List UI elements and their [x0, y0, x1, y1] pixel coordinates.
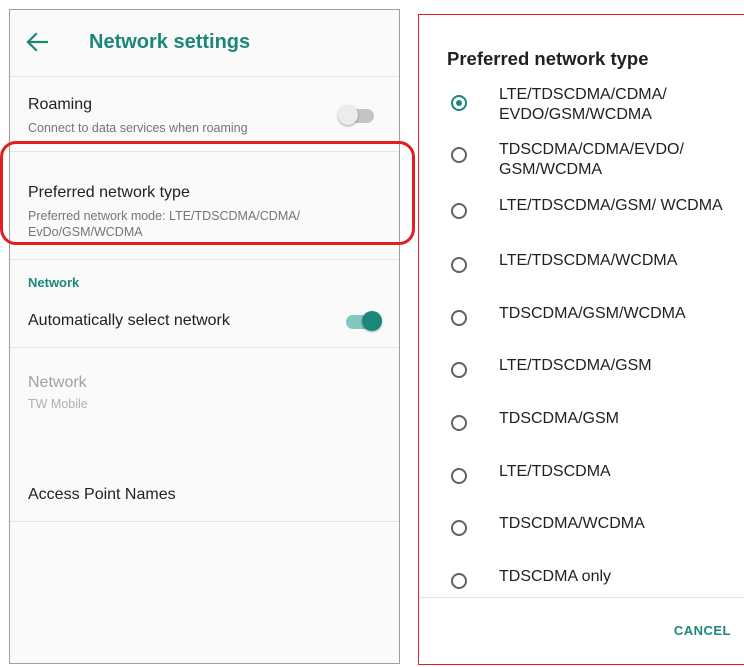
radio-unchecked-icon[interactable]	[451, 310, 467, 326]
radio-unchecked-icon[interactable]	[451, 415, 467, 431]
cancel-button[interactable]: CANCEL	[674, 623, 731, 638]
option-label: LTE/TDSCDMA/GSM/ WCDMA	[499, 197, 723, 214]
radio-unchecked-icon[interactable]	[451, 468, 467, 484]
back-arrow-icon[interactable]	[26, 32, 48, 52]
toggle-knob	[362, 311, 382, 331]
auto-select-network-setting[interactable]: Automatically select network	[10, 296, 399, 348]
network-section-header: Network	[28, 275, 80, 290]
radio-unchecked-icon[interactable]	[451, 520, 467, 536]
option-label: TDSCDMA/GSM	[499, 410, 619, 427]
option-label: TDSCDMA/GSM/WCDMA	[499, 305, 686, 322]
network-title: Network	[28, 374, 87, 391]
option-label: TDSCDMA/WCDMA	[499, 515, 645, 532]
apn-title: Access Point Names	[28, 486, 176, 503]
roaming-title: Roaming	[28, 96, 93, 113]
app-bar: Network settings	[10, 10, 399, 77]
roaming-subtitle: Connect to data services when roaming	[28, 121, 248, 135]
auto-select-title: Automatically select network	[28, 312, 230, 329]
option-label: LTE/TDSCDMA/WCDMA	[499, 252, 678, 269]
dialog-divider	[419, 597, 744, 598]
option-label: LTE/TDSCDMA/CDMA/ EVDO/GSM/WCDMA	[499, 86, 667, 123]
option-label: TDSCDMA only	[499, 568, 612, 585]
option-label: LTE/TDSCDMA	[499, 463, 611, 480]
page-title: Network settings	[89, 31, 251, 53]
radio-unchecked-icon[interactable]	[451, 573, 467, 589]
network-setting: Network TW Mobile	[10, 348, 399, 468]
radio-unchecked-icon[interactable]	[451, 147, 467, 163]
radio-checked-icon[interactable]	[451, 95, 467, 111]
radio-unchecked-icon[interactable]	[451, 203, 467, 219]
dialog-title: Preferred network type	[447, 48, 649, 69]
network-settings-screen: Network settings Roaming Connect to data…	[9, 9, 400, 664]
option-label: TDSCDMA/CDMA/EVDO/ GSM/WCDMA	[499, 141, 684, 178]
option-label: LTE/TDSCDMA/GSM	[499, 357, 652, 374]
highlight-box	[0, 141, 415, 245]
radio-unchecked-icon[interactable]	[451, 362, 467, 378]
toggle-knob	[338, 105, 358, 125]
access-point-names-setting[interactable]: Access Point Names	[10, 468, 399, 522]
network-operator: TW Mobile	[28, 397, 88, 411]
preferred-network-dialog: Preferred network type LTE/TDSCDMA/CDMA/…	[418, 14, 744, 665]
auto-select-toggle[interactable]	[346, 311, 382, 331]
roaming-toggle[interactable]	[338, 105, 374, 125]
radio-unchecked-icon[interactable]	[451, 257, 467, 273]
